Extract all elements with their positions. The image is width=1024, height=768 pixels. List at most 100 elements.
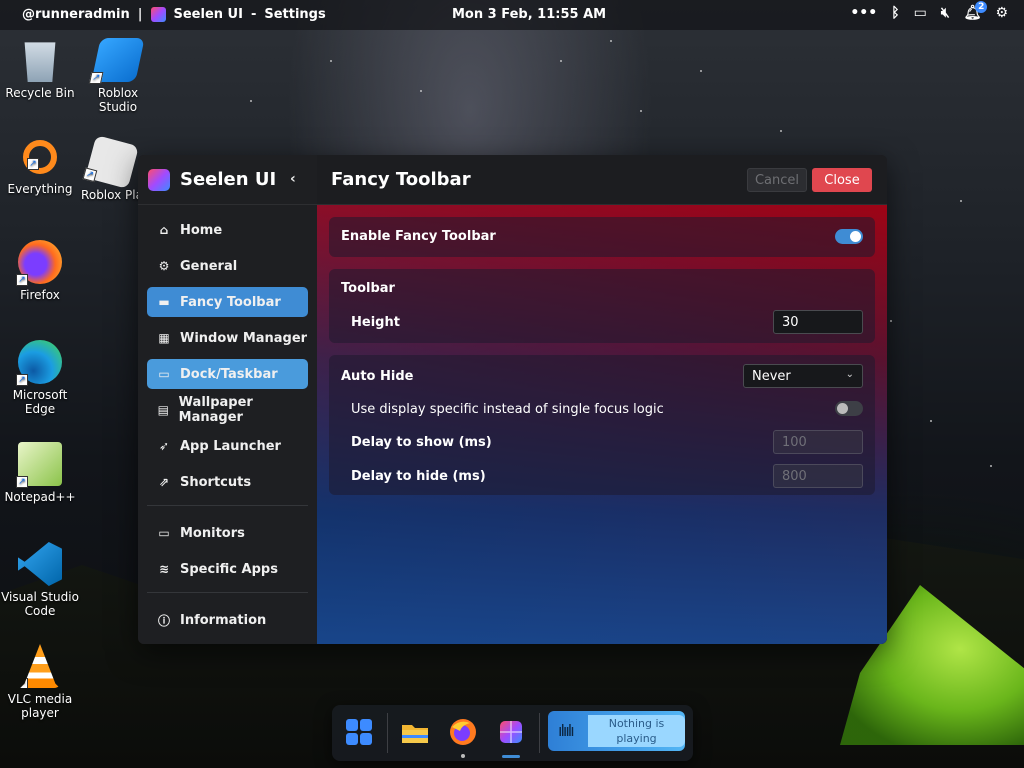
content-area: Fancy Toolbar Cancel Close Enable Fancy … — [317, 155, 887, 644]
seelen-app-icon — [150, 7, 166, 22]
sound-wave-icon: ılıılı — [558, 721, 575, 740]
user-label[interactable]: @runneradmin — [22, 7, 130, 22]
sidebar-item-home[interactable]: ⌂ Home — [147, 215, 308, 245]
close-button[interactable]: Close — [812, 168, 872, 192]
height-input[interactable]: 30 — [773, 310, 863, 334]
toggle-knob — [837, 403, 848, 414]
settings-window: Seelen UI ‹ ⌂ Home ⚙ General ▬ Fancy Toolba… — [138, 155, 887, 644]
collapse-sidebar-icon[interactable]: ‹ — [290, 171, 296, 187]
desktop-icon-vlc[interactable]: ↗ VLC media player — [0, 644, 80, 720]
sidebar-divider — [147, 592, 308, 593]
settings-panel: Enable Fancy Toolbar Toolbar Height 30 A… — [317, 205, 887, 644]
volume-mute-icon[interactable]: 🔇︎ — [941, 5, 950, 21]
cancel-button[interactable]: Cancel — [747, 168, 807, 192]
sidebar-item-monitors[interactable]: ▭ Monitors — [147, 518, 308, 548]
sidebar-item-label: Shortcuts — [180, 474, 252, 490]
toolbar-icon: ▬ — [158, 295, 170, 309]
roblox-studio-icon: ↗ — [88, 38, 145, 84]
toolbar-section-title: Toolbar — [341, 281, 395, 296]
desktop-icon-edge[interactable]: ↗ Microsoft Edge — [0, 340, 80, 416]
desktop-icon-roblox-studio[interactable]: ↗ Roblox Studio — [78, 38, 158, 114]
sidebar-item-shortcuts[interactable]: ⇗ Shortcuts — [147, 467, 308, 497]
desktop-icon-label: Roblox Studio — [97, 86, 139, 114]
title-separator: | — [137, 7, 143, 22]
top-bar: @runneradmin | Seelen UI - Settings Mon … — [0, 0, 1024, 30]
edge-icon: ↗ — [16, 340, 62, 386]
shortcut-icon: ⇗ — [158, 475, 170, 489]
sidebar-item-label: Specific Apps — [180, 561, 278, 577]
datetime[interactable]: Mon 3 Feb, 11:55 AM — [452, 7, 606, 22]
sidebar-item-app-launcher[interactable]: ➶ App Launcher — [147, 431, 308, 461]
desktop-icon-label: Firefox — [20, 288, 60, 302]
start-menu-icon[interactable] — [344, 717, 374, 747]
sidebar-item-information[interactable]: ⓘ Information — [147, 605, 308, 635]
sidebar-item-label: Fancy Toolbar — [180, 294, 281, 310]
sidebar-item-label: App Launcher — [180, 438, 281, 454]
enable-label: Enable Fancy Toolbar — [341, 229, 496, 244]
enable-fancy-toolbar-toggle[interactable] — [835, 229, 863, 244]
active-indicator — [502, 755, 520, 758]
sidebar-item-dock-taskbar[interactable]: ▭ Dock/Taskbar — [147, 359, 308, 389]
rocket-icon: ➶ — [158, 439, 170, 453]
desktop-icon-label: Roblox Pla — [81, 188, 143, 202]
delay-show-input[interactable]: 100 — [773, 430, 863, 454]
autohide-select[interactable]: Never ⌄ — [743, 364, 863, 388]
app-title: Seelen UI — [173, 7, 243, 22]
vscode-icon: ↗ — [18, 542, 62, 586]
running-indicator — [461, 754, 465, 758]
dock-icon: ▭ — [158, 367, 170, 381]
home-icon: ⌂ — [159, 223, 169, 237]
monitor-icon: ▭ — [158, 526, 170, 540]
vlc-icon: ↗ — [20, 644, 60, 688]
firefox-icon: ↗ — [16, 240, 62, 286]
chevron-down-icon: ⌄ — [845, 369, 854, 380]
sidebar-item-label: Dock/Taskbar — [180, 366, 278, 382]
desktop-icon-label: Microsoft Edge — [12, 388, 68, 416]
window-title: Settings — [264, 7, 326, 22]
gear-icon: ⚙ — [158, 259, 170, 273]
everything-search-icon: ↗ — [23, 140, 57, 174]
notification-count: 2 — [975, 1, 988, 13]
roblox-player-icon: ↗ — [82, 135, 139, 189]
desktop-icon-vscode[interactable]: ↗ Visual Studio Code — [0, 542, 80, 618]
sidebar-item-label: Window Manager — [180, 330, 308, 346]
dock-divider — [539, 713, 540, 753]
notepadpp-icon: ↗ — [16, 442, 62, 488]
dock-divider — [387, 713, 388, 753]
media-widget[interactable]: ılıılı Nothing is playing — [548, 711, 685, 751]
brand-title: Seelen UI — [180, 169, 277, 190]
delay-hide-input[interactable]: 800 — [773, 464, 863, 488]
wallpaper-icon: ▤ — [157, 403, 169, 417]
brand: Seelen UI ‹ — [138, 155, 317, 205]
window-manager-icon: ▦ — [158, 331, 170, 345]
desktop-icon-label: VLC media player — [7, 692, 73, 720]
file-explorer-icon[interactable] — [400, 717, 430, 747]
display-specific-toggle[interactable] — [835, 401, 863, 416]
media-status-text: Nothing is playing — [588, 715, 685, 747]
desktop-icon-notepadpp[interactable]: ↗ Notepad++ — [0, 442, 80, 504]
content-header: Fancy Toolbar Cancel Close — [317, 155, 887, 205]
sidebar-item-fancy-toolbar[interactable]: ▬ Fancy Toolbar — [147, 287, 308, 317]
sidebar-item-label: Information — [180, 612, 267, 628]
more-icon[interactable]: ••• — [850, 5, 877, 21]
desktop-icon-firefox[interactable]: ↗ Firefox — [0, 240, 80, 302]
info-icon: ⓘ — [157, 613, 170, 628]
desktop-icon-recycle-bin[interactable]: Recycle Bin — [0, 38, 80, 100]
desktop-icon-everything[interactable]: ↗ Everything — [0, 140, 80, 196]
dock: ılıılı Nothing is playing — [332, 705, 693, 761]
display-icon[interactable]: ▭ — [914, 5, 927, 21]
seelen-ui-icon[interactable] — [496, 717, 526, 747]
sidebar-item-wallpaper-manager[interactable]: ▤ Wallpaper Manager — [147, 395, 308, 425]
settings-sliders-icon[interactable]: ⚙︎ — [995, 5, 1008, 21]
sidebar-item-label: Home — [180, 222, 223, 238]
sidebar-nav: ⌂ Home ⚙ General ▬ Fancy Toolbar ▦ Window Ma… — [138, 205, 317, 644]
firefox-icon[interactable] — [448, 717, 478, 747]
toggle-knob — [850, 231, 861, 242]
bluetooth-icon[interactable]: ᛒ — [891, 5, 899, 21]
sidebar-item-specific-apps[interactable]: ≋ Specific Apps — [147, 554, 308, 584]
notification-bell-icon[interactable]: 🔔︎ 2 — [964, 1, 988, 21]
sidebar-item-general[interactable]: ⚙ General — [147, 251, 308, 281]
sidebar-divider — [147, 505, 308, 506]
sidebar-item-label: Wallpaper Manager — [178, 395, 253, 425]
sidebar-item-window-manager[interactable]: ▦ Window Manager — [147, 323, 308, 353]
